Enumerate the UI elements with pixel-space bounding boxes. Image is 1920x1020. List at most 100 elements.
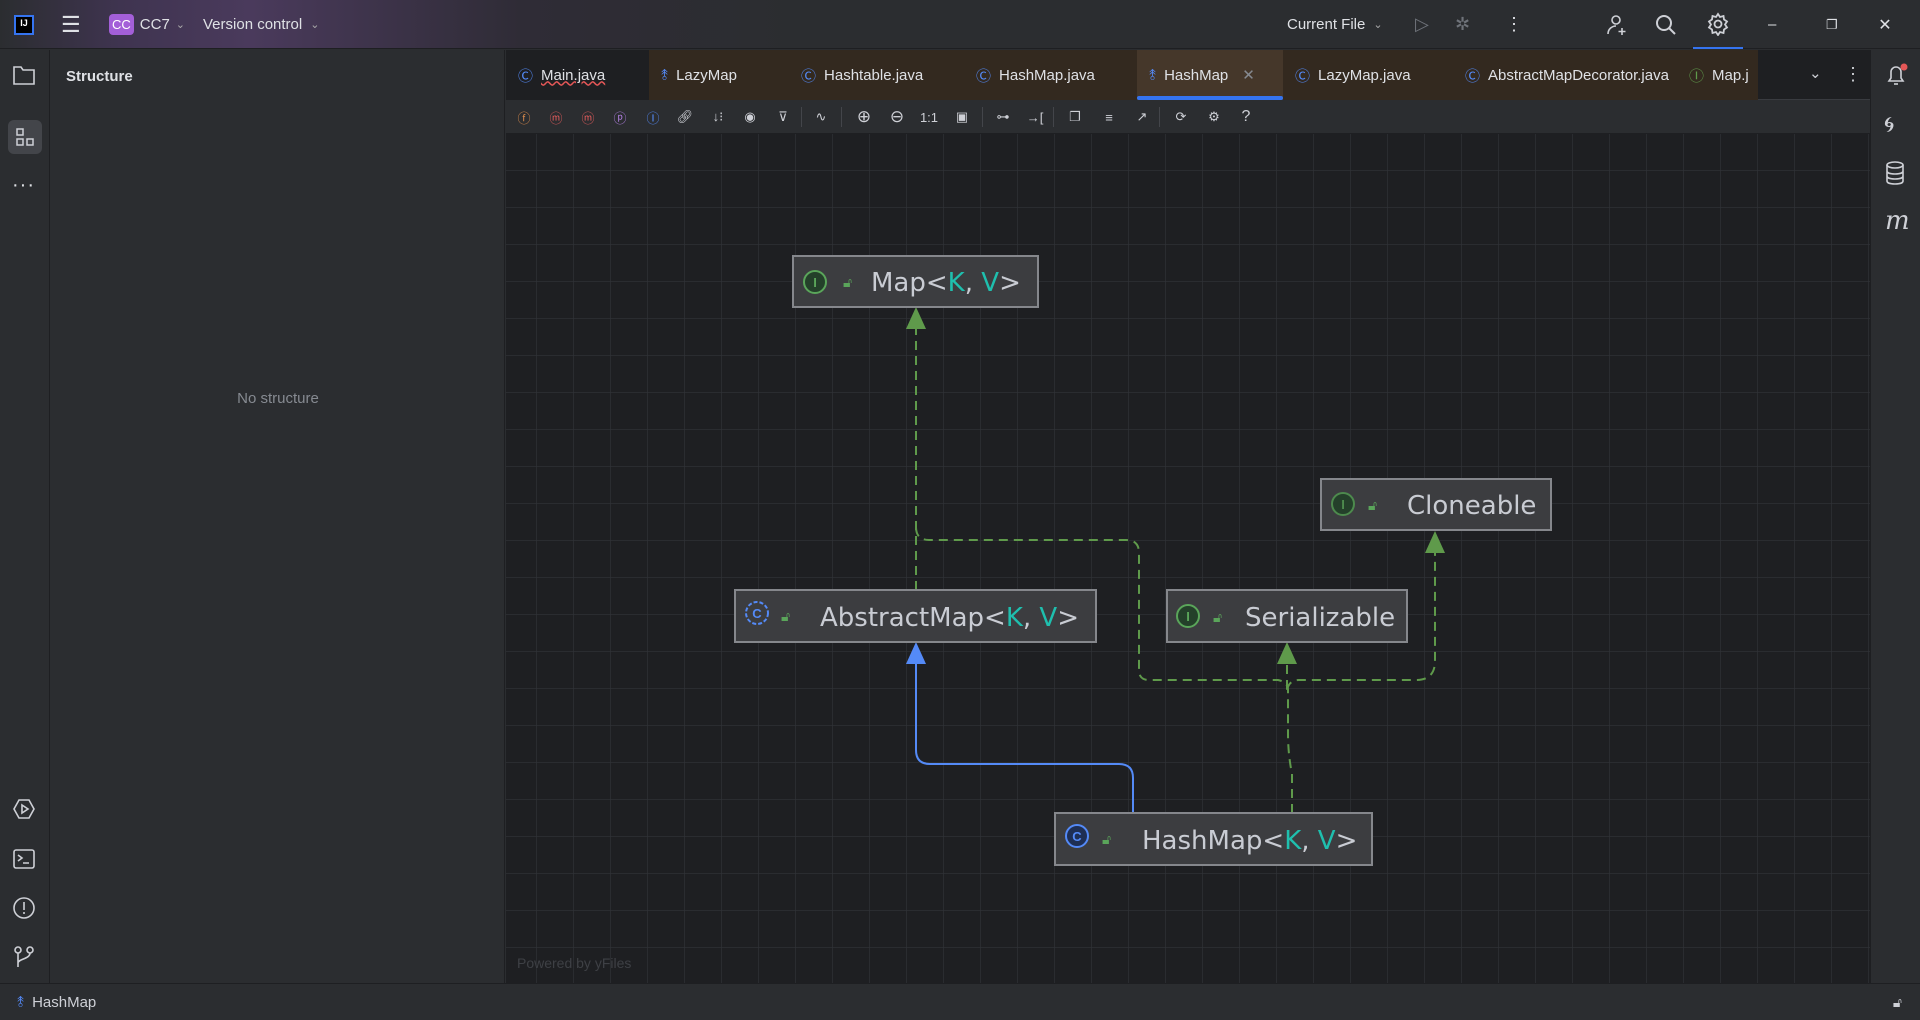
tab-map-java[interactable]: Ⓘ Map.j — [1677, 50, 1758, 100]
filter-icon[interactable]: ⊽ — [771, 105, 795, 129]
svg-text:I: I — [813, 275, 817, 290]
tab-lazymap-java[interactable]: Ⓒ LazyMap.java — [1283, 50, 1453, 100]
run-config-selector[interactable]: Current File ⌄ — [1287, 0, 1383, 49]
run-icon[interactable]: ▷ — [1415, 0, 1429, 49]
read-only-lock-icon[interactable]: 🔓︎ — [1893, 994, 1902, 1011]
visibility-icon[interactable]: ◉ — [738, 105, 762, 129]
node-map[interactable]: I 🔓︎ Map<K, V> — [792, 255, 1039, 308]
project-selector[interactable]: CC CC7 ⌄ — [109, 0, 185, 49]
export-icon[interactable]: ↗ — [1130, 105, 1154, 129]
node-serializable[interactable]: I 🔓︎ Serializable — [1166, 589, 1408, 643]
right-tool-strip: 🌀︎ m — [1870, 50, 1920, 983]
constructors-icon[interactable]: ⓜ — [544, 105, 568, 129]
tab-hashtable-java[interactable]: Ⓒ Hashtable.java — [789, 50, 964, 100]
svg-text:I: I — [1186, 609, 1190, 624]
diagram-toolbar: ⓕ ⓜ ⓜ ⓟ Ⓘ 🔗︎ ↓⁝ ◉ ⊽ ∿ ⊕ ⊖ 1:1 ▣ ⊶ →[ ❐ ≡… — [506, 101, 1870, 134]
close-window-button[interactable]: ✕ — [1850, 0, 1920, 49]
public-lock-icon: 🔓︎ — [781, 608, 790, 624]
debug-icon[interactable]: ✲ — [1455, 0, 1470, 49]
svg-text:C: C — [752, 606, 762, 621]
copy-icon[interactable]: ❐ — [1063, 105, 1087, 129]
node-label: Cloneable — [1407, 491, 1536, 521]
database-icon[interactable] — [1884, 161, 1906, 189]
title-bar: IJ ☰ CC CC7 ⌄ Version control ⌄ Current … — [0, 0, 1920, 49]
actual-size-button[interactable]: 1:1 — [917, 105, 941, 129]
search-icon[interactable] — [1654, 0, 1678, 49]
zoom-in-icon[interactable]: ⊕ — [852, 105, 876, 129]
diagram-icon: ⥉ — [17, 993, 25, 1011]
node-cloneable[interactable]: I 🔓︎ Cloneable — [1320, 478, 1552, 531]
breadcrumb-label[interactable]: HashMap — [32, 994, 96, 1011]
inner-classes-icon[interactable]: Ⓘ — [641, 105, 665, 129]
run-config-label: Current File — [1287, 16, 1366, 33]
more-tools-icon[interactable]: ··· — [12, 174, 35, 197]
settings-icon[interactable] — [1693, 0, 1743, 49]
public-lock-icon: 🔓︎ — [1102, 831, 1111, 847]
ai-assistant-icon[interactable]: 🌀︎ — [1884, 112, 1894, 138]
main-menu-icon[interactable]: ☰ — [61, 0, 81, 49]
problems-icon[interactable] — [12, 896, 36, 924]
tabs-more-icon[interactable]: ⋮ — [1844, 64, 1862, 85]
diagram-settings-icon[interactable]: ⚙︎ — [1202, 105, 1226, 129]
text-format-icon[interactable]: ≡ — [1097, 105, 1121, 129]
left-tool-strip: ··· — [0, 50, 50, 983]
yfiles-watermark: Powered by yFiles — [517, 955, 631, 971]
tab-lazymap-diagram[interactable]: ⥉ LazyMap — [649, 50, 789, 100]
jump-to-source-icon[interactable]: →[ — [1023, 105, 1047, 129]
properties-icon[interactable]: ⓟ — [608, 105, 632, 129]
svg-text:I: I — [1341, 497, 1345, 512]
git-icon[interactable] — [12, 945, 36, 973]
help-button[interactable]: ? — [1234, 105, 1258, 129]
diagram-icon: ⥉ — [661, 66, 669, 84]
tab-main-java[interactable]: Ⓒ Main.java — [506, 50, 649, 100]
restore-button[interactable]: ❐ — [1826, 0, 1838, 49]
more-icon[interactable]: ⋮ — [1505, 0, 1523, 49]
node-hashmap[interactable]: C 🔓︎ HashMap<K, V> — [1054, 812, 1373, 866]
link-icon[interactable]: 🔗︎ — [673, 105, 697, 129]
maven-icon[interactable]: m — [1885, 206, 1910, 236]
node-label: Map<K, V> — [871, 268, 1021, 298]
public-lock-icon: 🔓︎ — [1368, 497, 1377, 513]
project-folder-icon[interactable] — [12, 64, 36, 90]
chevron-down-icon: ⌄ — [310, 19, 320, 31]
tab-hashmap-java[interactable]: Ⓒ HashMap.java — [964, 50, 1137, 100]
node-label: Serializable — [1245, 603, 1395, 633]
tab-label: AbstractMapDecorator.java — [1488, 66, 1669, 84]
class-icon: Ⓒ — [518, 67, 534, 85]
svg-text:C: C — [1072, 829, 1082, 844]
uml-diagram: I 🔓︎ Map<K, V> I 🔓︎ Cloneable C 🔓︎ Abstr… — [506, 134, 1870, 983]
sort-icon[interactable]: ↓⁝ — [706, 105, 730, 129]
notifications-icon[interactable] — [1884, 62, 1910, 92]
node-label: AbstractMap<K, V> — [820, 603, 1079, 633]
structure-tool-icon[interactable] — [8, 120, 42, 154]
node-label: HashMap<K, V> — [1142, 826, 1357, 856]
project-badge: CC — [109, 14, 134, 35]
tab-label: HashMap.java — [999, 66, 1095, 84]
app-logo-icon[interactable]: IJ — [14, 0, 34, 49]
fit-content-icon[interactable]: ▣ — [950, 105, 974, 129]
tab-abstractmapdecorator-java[interactable]: Ⓒ AbstractMapDecorator.java — [1453, 50, 1677, 100]
edge-routing-icon[interactable]: ∿ — [809, 105, 833, 129]
add-user-icon[interactable] — [1605, 0, 1629, 49]
public-lock-icon: 🔓︎ — [843, 274, 852, 290]
refresh-icon[interactable]: ⟳ — [1169, 105, 1193, 129]
tab-hashmap-diagram[interactable]: ⥉ HashMap ✕ — [1137, 50, 1283, 100]
tab-label: LazyMap — [676, 66, 737, 84]
node-abstractmap[interactable]: C 🔓︎ AbstractMap<K, V> — [734, 589, 1097, 643]
terminal-icon[interactable] — [12, 847, 36, 875]
empty-state-text: No structure — [237, 390, 319, 407]
editor-tabs: Ⓒ Main.java ⥉ LazyMap Ⓒ Hashtable.java Ⓒ… — [506, 50, 1870, 100]
services-icon[interactable] — [12, 797, 36, 825]
vcs-selector[interactable]: Version control ⌄ — [203, 0, 319, 49]
diagram-canvas[interactable]: I 🔓︎ Map<K, V> I 🔓︎ Cloneable C 🔓︎ Abstr… — [506, 134, 1870, 983]
layout-icon[interactable]: ⊶ — [991, 105, 1015, 129]
methods-icon[interactable]: ⓜ — [576, 105, 600, 129]
tab-label: LazyMap.java — [1318, 66, 1411, 84]
zoom-out-icon[interactable]: ⊖ — [885, 105, 909, 129]
close-tab-icon[interactable]: ✕ — [1242, 66, 1255, 84]
fields-icon[interactable]: ⓕ — [512, 105, 536, 129]
tabs-dropdown-icon[interactable]: ⌄ — [1809, 64, 1822, 82]
minimize-button[interactable]: – — [1768, 0, 1776, 49]
class-icon: Ⓒ — [1295, 67, 1311, 85]
public-lock-icon: 🔓︎ — [1213, 609, 1222, 625]
